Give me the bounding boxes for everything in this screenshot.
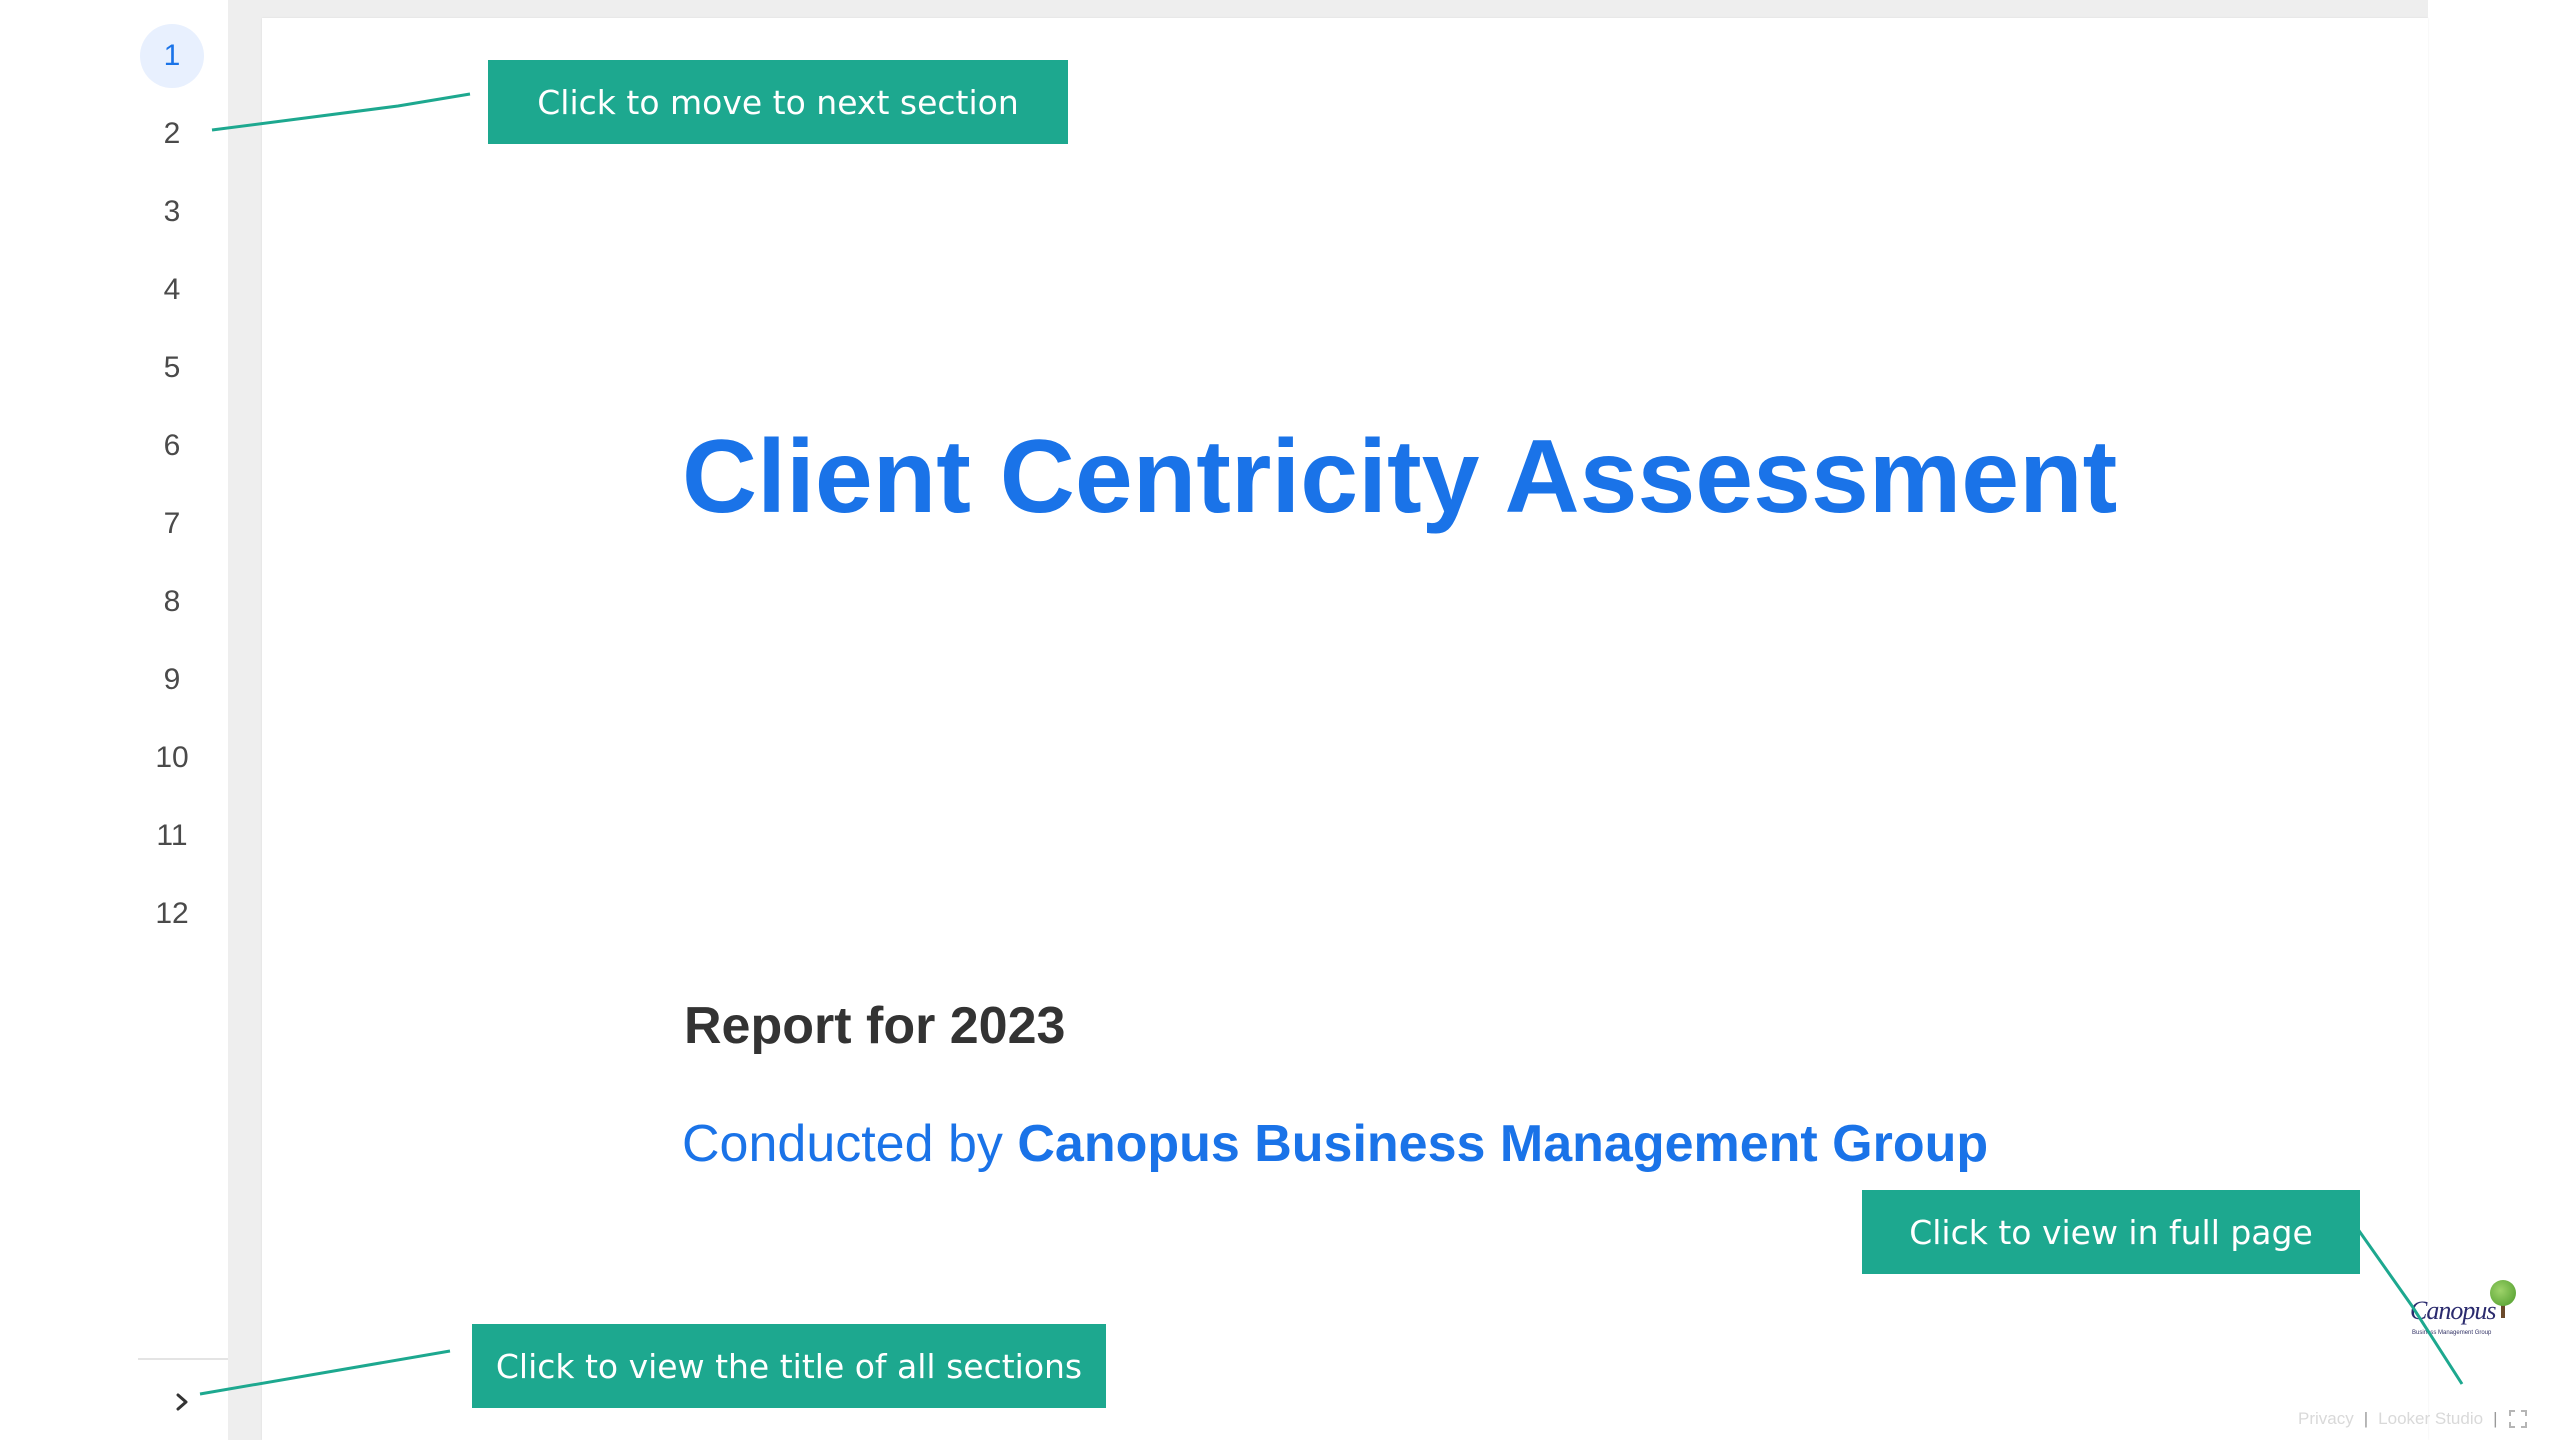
privacy-link[interactable]: Privacy: [2298, 1409, 2354, 1429]
callout-all-sections: Click to view the title of all sections: [472, 1324, 1106, 1408]
fullscreen-button[interactable]: [2507, 1408, 2529, 1430]
page-nav-item-6[interactable]: 6: [140, 414, 204, 478]
page-nav-item-12[interactable]: 12: [140, 882, 204, 946]
footer-separator: |: [2493, 1409, 2498, 1428]
page-list: 1 2 3 4 5 6 7 8 9 10 11 12: [140, 24, 220, 960]
looker-studio-link[interactable]: Looker Studio: [2378, 1409, 2483, 1429]
page-nav-item-3[interactable]: 3: [140, 180, 204, 244]
footer-separator: |: [2363, 1409, 2369, 1428]
report-footer: Privacy | Looker Studio |: [2298, 1406, 2529, 1432]
page-nav-item-5[interactable]: 5: [140, 336, 204, 400]
report-viewer: 1 2 3 4 5 6 7 8 9 10 11 12 Client Centricity Assess…: [0, 0, 2560, 1440]
conducted-by-prefix: Conducted by: [682, 1115, 1003, 1173]
page-nav-item-4[interactable]: 4: [140, 258, 204, 322]
logo-wordmark: Canopus: [2410, 1296, 2496, 1325]
expand-navigation-button[interactable]: [160, 1380, 204, 1424]
page-nav-item-7[interactable]: 7: [140, 492, 204, 556]
page-nav-item-10[interactable]: 10: [140, 726, 204, 790]
chevron-right-icon: [176, 1393, 188, 1411]
canvas-top-strip: [228, 0, 2428, 18]
fullscreen-icon: [2509, 1410, 2528, 1428]
page-navigation: 1 2 3 4 5 6 7 8 9 10 11 12: [0, 0, 228, 1440]
canvas-gutter: [228, 0, 262, 1440]
report-subtitle: Report for 2023: [684, 997, 1066, 1055]
callout-full-page: Click to view in full page: [1862, 1190, 2360, 1274]
callout-next-section: Click to move to next section: [488, 60, 1068, 144]
page-nav-item-11[interactable]: 11: [140, 804, 204, 868]
canopus-logo: Canopus Business Management Group: [2408, 1276, 2518, 1346]
page-nav-item-2[interactable]: 2: [140, 102, 204, 166]
page-nav-item-1[interactable]: 1: [140, 24, 204, 88]
page-nav-item-8[interactable]: 8: [140, 570, 204, 634]
nav-divider: [138, 1358, 228, 1360]
conducted-by-organization: Canopus Business Management Group: [1017, 1115, 1989, 1173]
report-title: Client Centricity Assessment: [682, 419, 2118, 535]
logo-tagline: Business Management Group: [2412, 1330, 2492, 1336]
conducted-by-line: Conducted by Canopus Business Management…: [682, 1114, 1988, 1174]
page-nav-item-9[interactable]: 9: [140, 648, 204, 712]
